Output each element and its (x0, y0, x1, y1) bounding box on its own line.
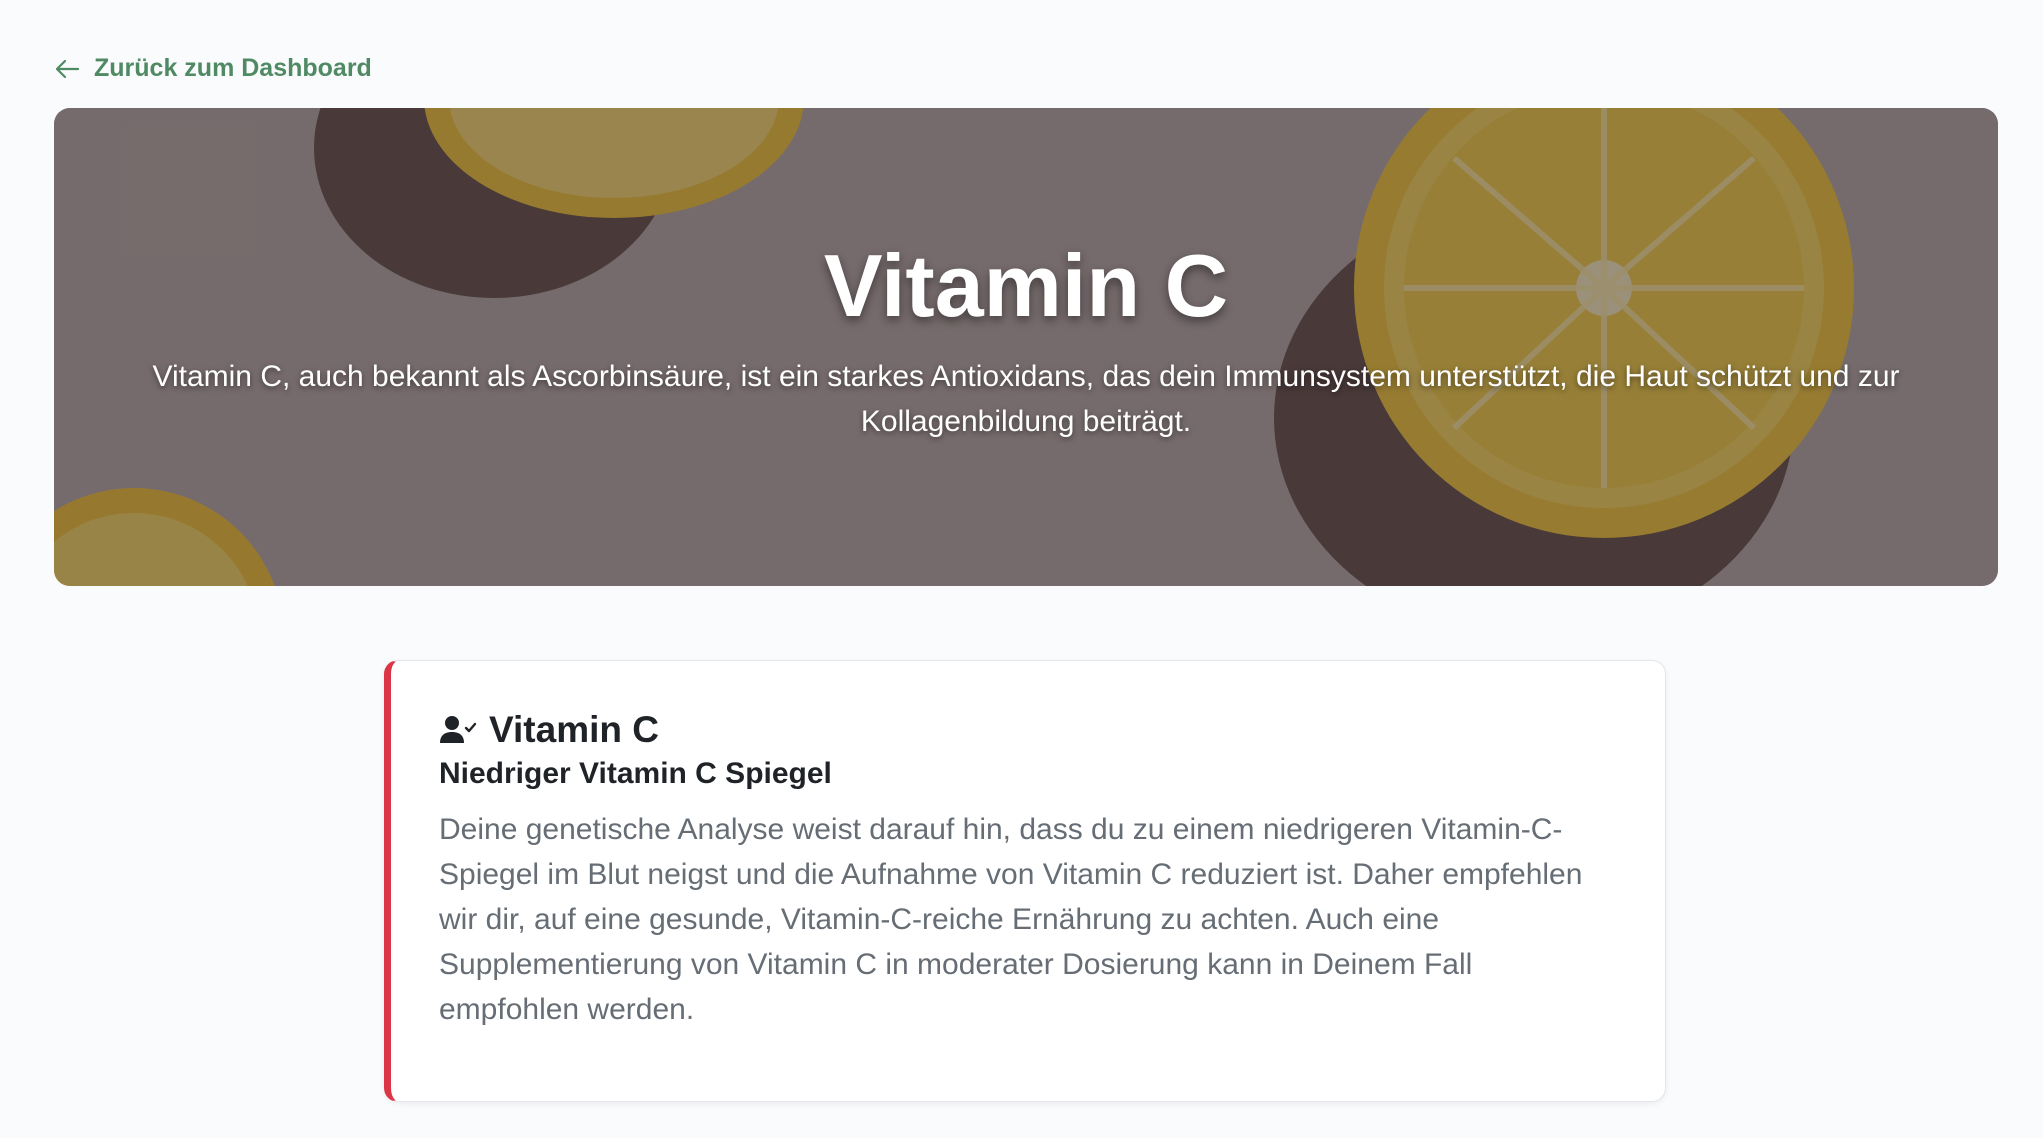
card-description: Deine genetische Analyse weist darauf hi… (439, 813, 1583, 1026)
hero-content: Vitamin C Vitamin C, auch bekannt als As… (54, 108, 1998, 586)
result-card: Vitamin C Niedriger Vitamin C Spiegel De… (384, 660, 1666, 1102)
arrow-left-icon (55, 59, 80, 78)
back-to-dashboard-link[interactable]: Zurück zum Dashboard (54, 54, 372, 83)
page: Zurück zum Dashboard Vitamin C Vitamin C… (0, 0, 2043, 1138)
hero-banner: Vitamin C Vitamin C, auch bekannt als As… (54, 108, 1998, 586)
back-link-label: Zurück zum Dashboard (94, 54, 372, 82)
hero-description: Vitamin C, auch bekannt als Ascorbinsäur… (152, 360, 1900, 438)
card-title: Vitamin C (489, 709, 659, 750)
user-check-icon (440, 716, 477, 743)
card-header: Vitamin C (439, 709, 659, 751)
card-subtitle: Niedriger Vitamin C Spiegel (439, 757, 832, 790)
hero-title: Vitamin C (823, 236, 1229, 335)
